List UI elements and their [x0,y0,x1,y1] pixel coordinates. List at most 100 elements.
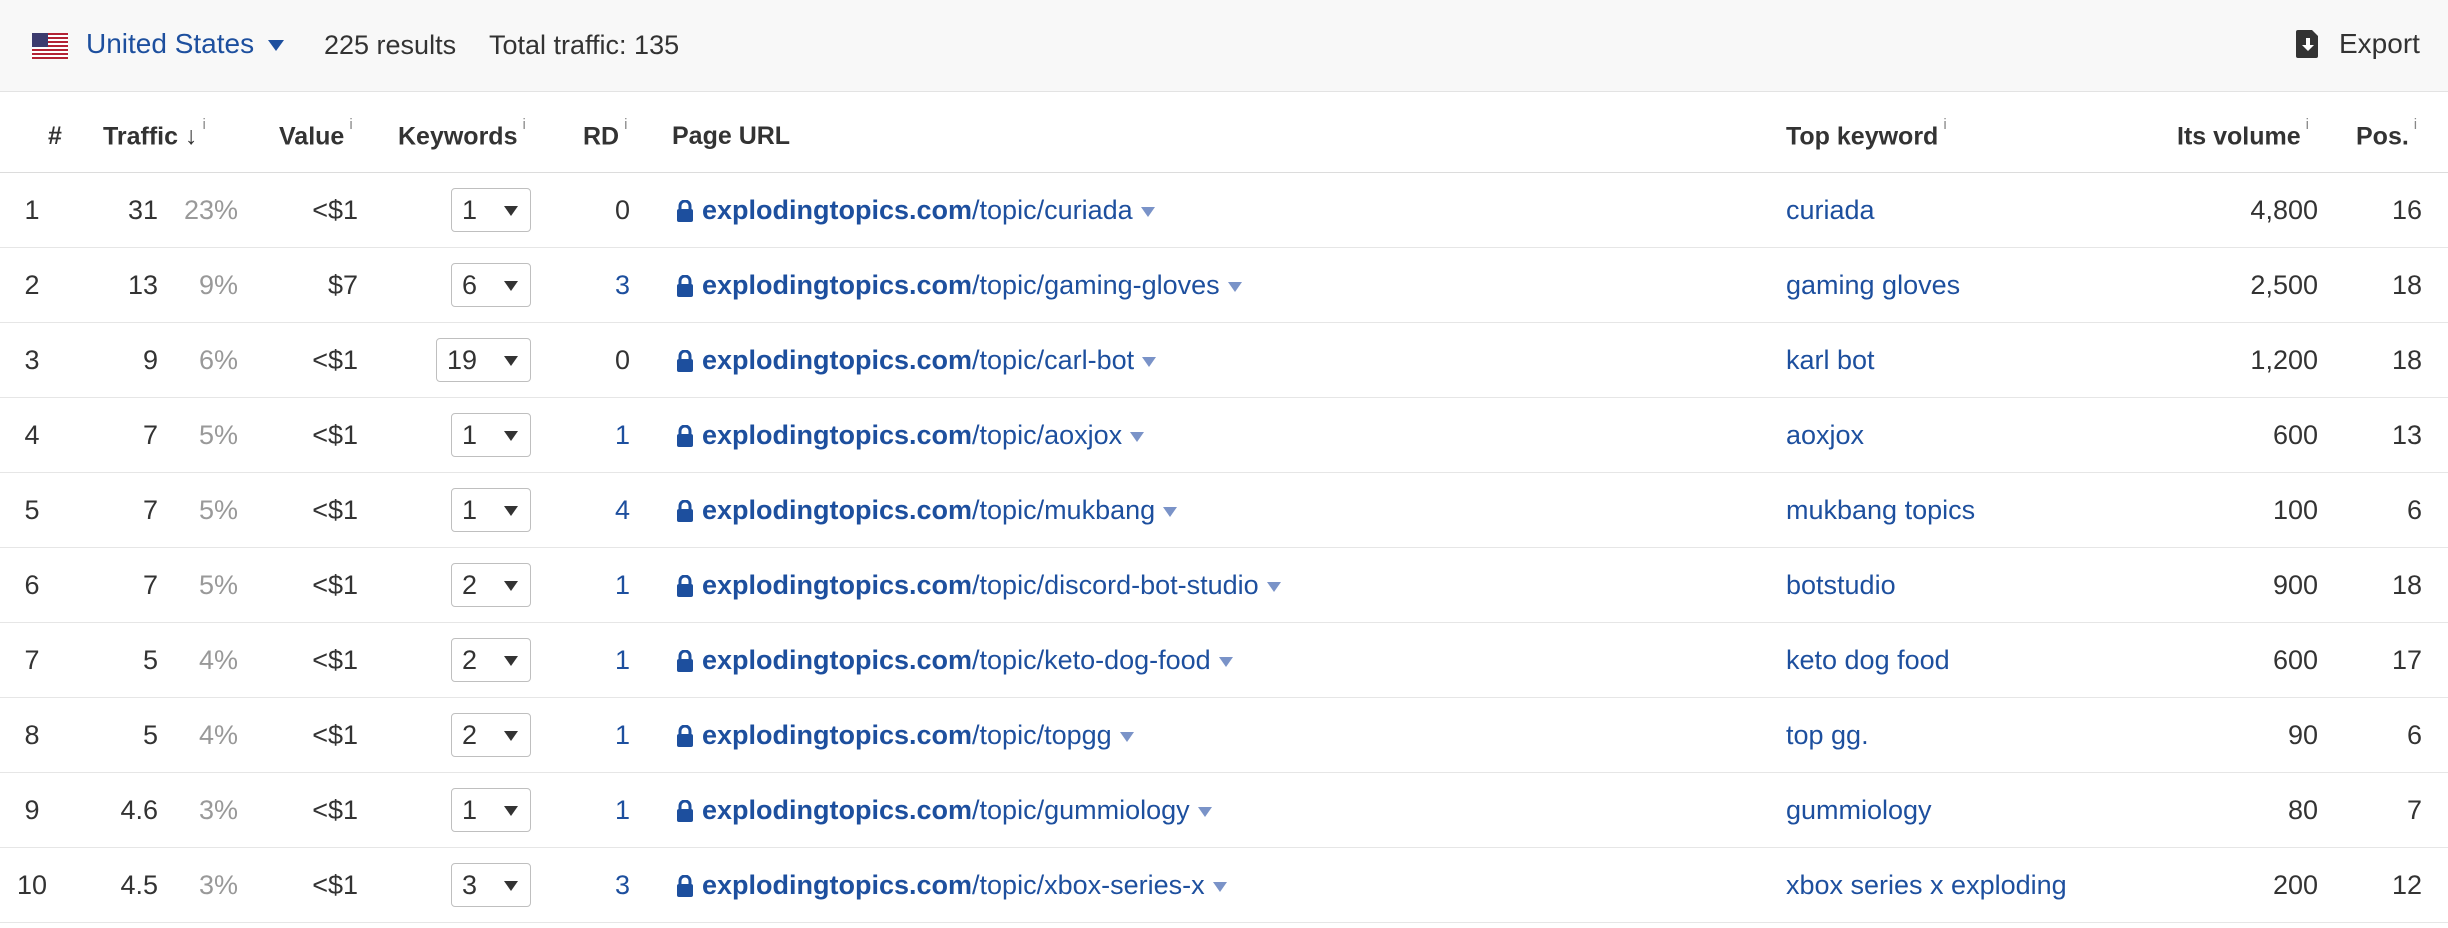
sort-desc-icon: ↓ [184,122,198,151]
info-icon[interactable]: i [624,116,627,133]
page-url-link[interactable]: explodingtopics.com/topic/curiada [676,195,1155,226]
chevron-down-icon [268,39,285,51]
url-domain: explodingtopics.com [702,345,973,375]
traffic-value: 5 [142,720,158,750]
keywords-dropdown[interactable]: 1 [451,488,531,532]
page-url-link[interactable]: explodingtopics.com/topic/topgg [676,720,1134,751]
url-menu-caret-icon[interactable] [1197,807,1212,817]
keywords-count: 6 [462,269,478,300]
keywords-dropdown[interactable]: 1 [451,188,531,232]
top-keyword-link[interactable]: curiada [1786,195,1875,226]
keyword-position: 18 [2391,270,2422,300]
page-url-link[interactable]: explodingtopics.com/topic/xbox-series-x [676,870,1227,901]
page-url-link[interactable]: explodingtopics.com/topic/gummiology [676,795,1212,826]
col-traffic[interactable]: Traffic ↓ i [103,116,206,151]
lock-icon [677,649,693,672]
page-url-link[interactable]: explodingtopics.com/topic/keto-dog-food [676,645,1233,676]
keyword-volume: 600 [2272,645,2318,675]
url-menu-caret-icon[interactable] [1218,657,1233,667]
top-keyword-link[interactable]: gummiology [1786,795,1932,826]
row-number: 4 [24,420,40,450]
url-menu-caret-icon[interactable] [1142,357,1157,367]
traffic-percent: 4% [198,720,238,750]
keywords-dropdown[interactable]: 1 [451,413,531,457]
info-icon[interactable]: i [2414,116,2417,133]
col-keywords[interactable]: Keywords i [398,116,526,151]
traffic-value: 7 [142,420,158,450]
info-icon[interactable]: i [522,116,525,133]
referring-domains: 0 [614,195,630,225]
info-icon[interactable]: i [202,116,205,133]
lock-icon [677,724,693,747]
page-url-link[interactable]: explodingtopics.com/topic/carl-bot [676,345,1157,376]
traffic-value-usd: $7 [327,270,358,300]
keyword-volume: 80 [2287,795,2318,825]
info-icon[interactable]: i [349,116,352,133]
url-domain: explodingtopics.com [702,795,973,825]
col-rd[interactable]: RD i [583,116,627,151]
caret-down-icon [504,281,518,291]
traffic-percent: 4% [198,645,238,675]
url-menu-caret-icon[interactable] [1227,282,1242,292]
referring-domains[interactable]: 1 [560,645,630,676]
url-menu-caret-icon[interactable] [1163,507,1178,517]
col-its-volume[interactable]: Its volume i [2177,116,2309,151]
keywords-dropdown[interactable]: 6 [451,263,531,307]
traffic-percent: 5% [198,495,238,525]
col-num: # [48,122,62,150]
keywords-dropdown[interactable]: 3 [451,863,531,907]
referring-domains[interactable]: 1 [560,420,630,451]
top-keyword-link[interactable]: gaming gloves [1786,270,1960,301]
url-menu-caret-icon[interactable] [1130,432,1145,442]
keywords-dropdown[interactable]: 1 [451,788,531,832]
col-top-keyword[interactable]: Top keyword i [1786,116,1947,151]
top-keyword-link[interactable]: top gg. [1786,720,1869,751]
keywords-dropdown[interactable]: 2 [451,638,531,682]
keywords-dropdown[interactable]: 2 [451,563,531,607]
referring-domains[interactable]: 4 [560,495,630,526]
top-keyword-link[interactable]: xbox series x exploding [1786,870,2067,901]
url-path: /topic/gaming-gloves [972,270,1220,300]
country-selector[interactable]: United States [86,28,285,60]
keyword-position: 6 [2406,720,2422,750]
url-menu-caret-icon[interactable] [1212,882,1227,892]
keywords-dropdown[interactable]: 2 [451,713,531,757]
referring-domains[interactable]: 1 [560,570,630,601]
top-keyword-link[interactable]: aoxjox [1786,420,1864,451]
keyword-volume: 2,500 [2250,270,2318,300]
url-path: /topic/carl-bot [972,345,1135,375]
top-keyword-link[interactable]: keto dog food [1786,645,1950,676]
toolbar: United States 225 results Total traffic:… [0,0,2448,92]
caret-down-icon [504,581,518,591]
referring-domains[interactable]: 1 [560,720,630,751]
referring-domains[interactable]: 1 [560,795,630,826]
url-path: /topic/aoxjox [972,420,1123,450]
info-icon[interactable]: i [2306,116,2309,133]
keywords-dropdown[interactable]: 19 [436,338,531,382]
url-menu-caret-icon[interactable] [1119,732,1134,742]
referring-domains[interactable]: 3 [560,870,630,901]
export-button[interactable]: Export [2295,28,2420,60]
page-url-link[interactable]: explodingtopics.com/topic/mukbang [676,495,1178,526]
page-url-link[interactable]: explodingtopics.com/topic/discord-bot-st… [676,570,1281,601]
url-path: /topic/discord-bot-studio [972,570,1259,600]
page-url-link[interactable]: explodingtopics.com/topic/gaming-gloves [676,270,1242,301]
traffic-value: 31 [127,195,158,225]
info-icon[interactable]: i [1943,116,1946,133]
url-menu-caret-icon[interactable] [1140,207,1155,217]
referring-domains[interactable]: 3 [560,270,630,301]
top-keyword-link[interactable]: botstudio [1786,570,1896,601]
top-keyword-link[interactable]: mukbang topics [1786,495,1975,526]
url-menu-caret-icon[interactable] [1266,582,1281,592]
col-pos[interactable]: Pos. i [2356,116,2417,151]
traffic-value: 4.5 [120,870,158,900]
top-keyword-link[interactable]: karl bot [1786,345,1875,376]
table-row: 3 9 6% <$1 19 0 explodingtopics.com/topic/carl… [0,323,2448,398]
traffic-value: 9 [142,345,158,375]
row-number: 1 [24,195,40,225]
caret-down-icon [504,506,518,516]
keyword-position: 12 [2391,870,2422,900]
results-count: 225 results [324,30,457,60]
page-url-link[interactable]: explodingtopics.com/topic/aoxjox [676,420,1145,451]
col-value[interactable]: Value i [279,116,353,151]
